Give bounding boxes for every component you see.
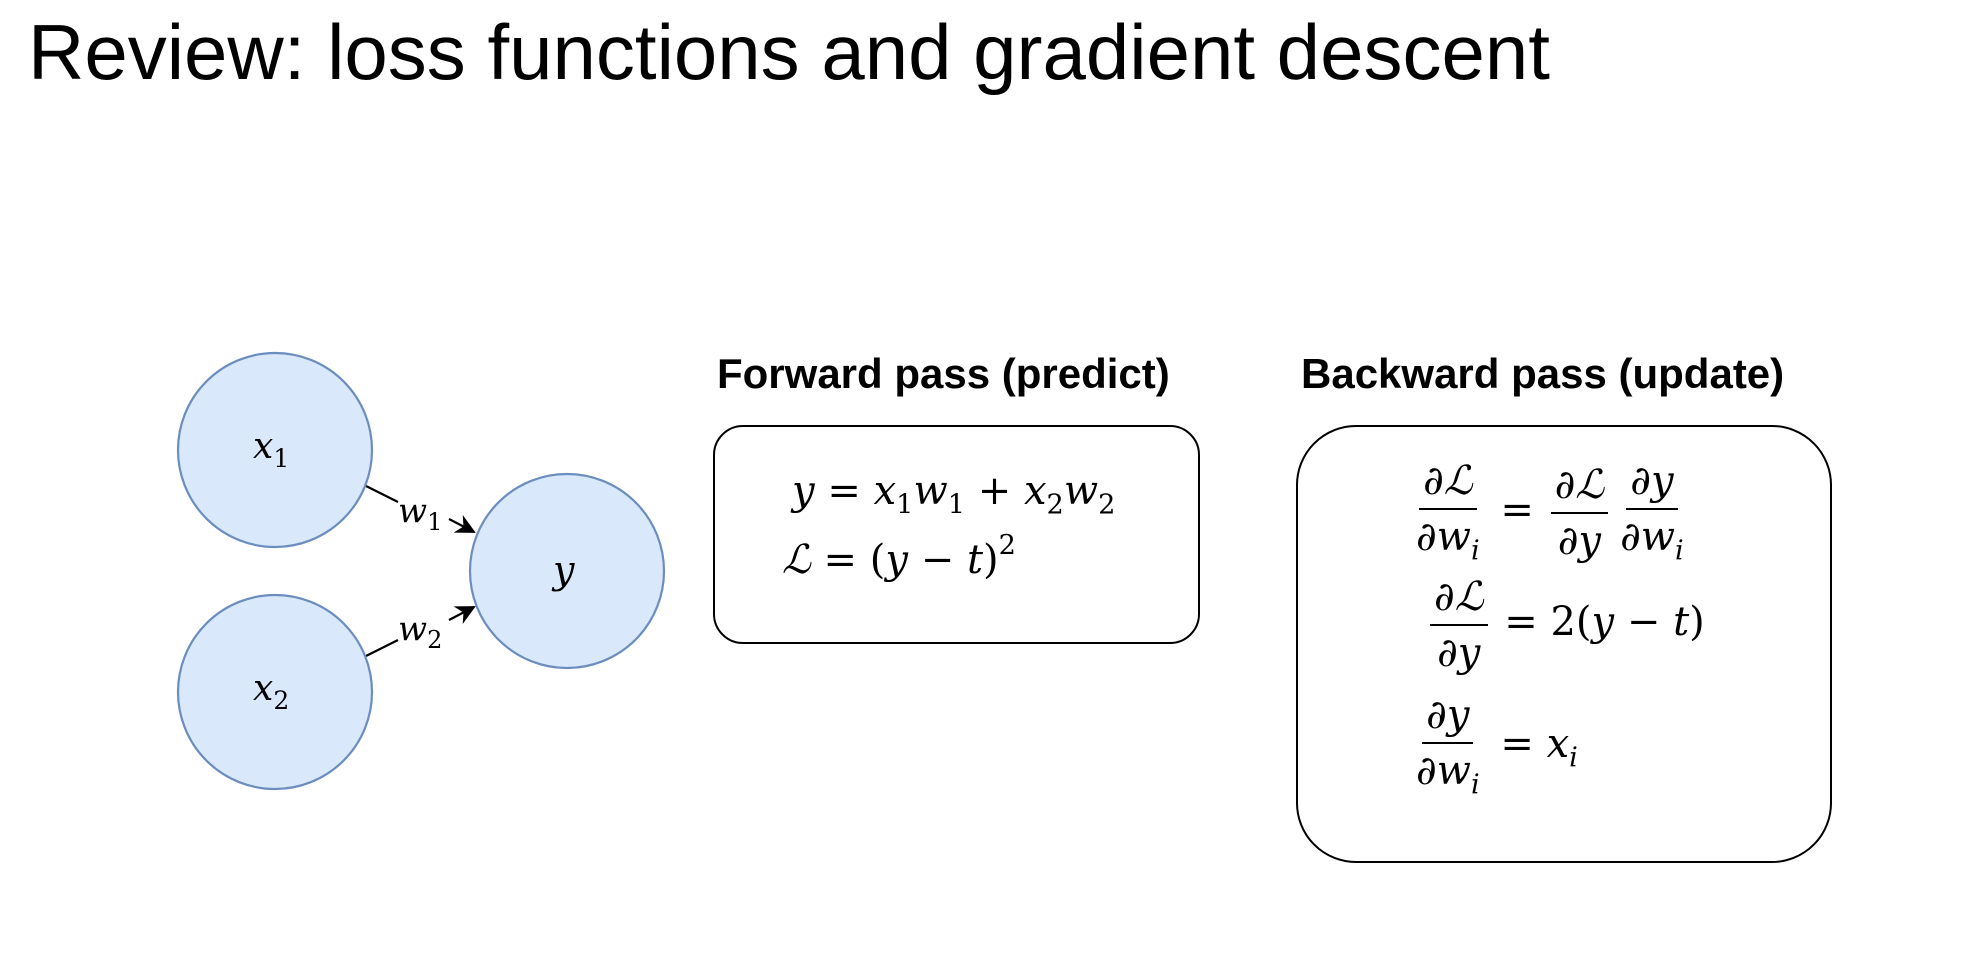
forward-pass-heading: Forward pass (predict) [717,350,1170,397]
backward-pass-heading: Backward pass (update) [1301,350,1785,397]
node-x2: x2 [176,593,374,791]
node-x1: x1 [176,351,374,549]
backward-equation-loss-gradient: ∂ℒ ∂y = 2(y − t) [1426,576,1705,674]
node-y: y [468,472,666,670]
forward-equation-loss: ℒ = (y − t)2 [782,530,1016,584]
forward-equation-prediction: y = x1w1 + x2w2 [792,468,1116,521]
edge-label-w1: w1 [398,491,442,536]
backward-equation-chain-rule: ∂ℒ ∂wi = ∂ℒ ∂y ∂y ∂wi [1416,458,1684,567]
backward-equation-output-gradient: ∂y ∂wi = xi [1416,692,1578,801]
edge-x1-y: w1 [365,485,476,536]
edge-x2-y: w2 [365,606,476,657]
svg-text:y: y [551,548,575,592]
edge-label-w2: w2 [398,609,442,654]
